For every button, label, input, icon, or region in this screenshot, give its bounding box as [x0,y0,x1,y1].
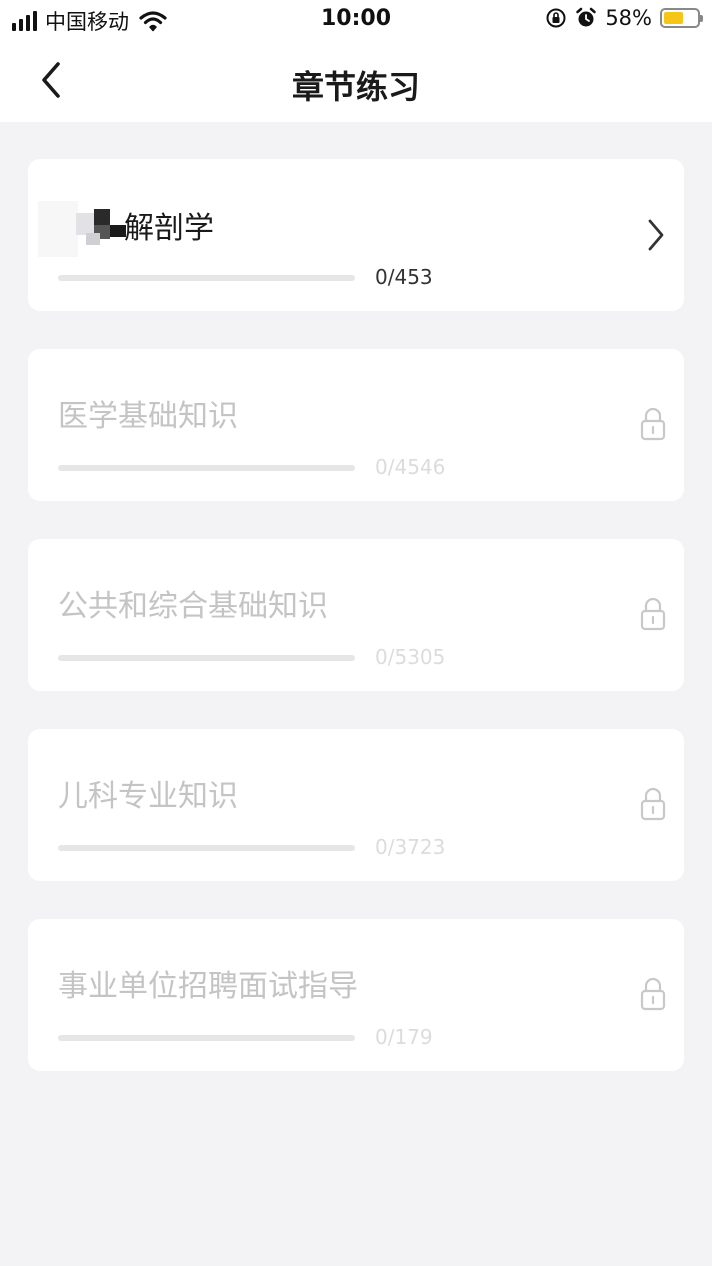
status-right: 58% [545,6,703,30]
progress-bar [58,845,355,851]
chevron-right-icon [648,219,664,251]
chapter-card-anatomy[interactable]: 解剖学 0/453 [28,159,684,311]
progress-bar [58,655,355,661]
chapter-card-medical-basics[interactable]: 医学基础知识 0/4546 [28,349,684,501]
progress-bar [58,1035,355,1041]
battery-icon [660,8,703,28]
lock-icon [640,787,666,821]
orientation-lock-icon [546,8,566,28]
battery-percent: 58% [605,6,652,30]
nav-bar: 章节练习 [0,40,712,122]
alarm-icon [576,7,597,27]
lock-icon [640,977,666,1011]
redacted-mark [38,201,126,257]
page-title: 章节练习 [291,68,420,106]
progress-bar [58,465,355,471]
chapter-title: 儿科专业知识 [58,779,238,814]
lock-icon [640,407,666,441]
chapter-card-pediatrics[interactable]: 儿科专业知识 0/3723 [28,729,684,881]
chapter-title: 公共和综合基础知识 [58,589,328,624]
chapter-card-public-knowledge[interactable]: 公共和综合基础知识 0/5305 [28,539,684,691]
chapter-card-interview-guide[interactable]: 事业单位招聘面试指导 0/179 [28,919,684,1071]
progress-count: 0/453 [375,265,433,289]
progress-bar [58,275,355,281]
lock-icon [640,597,666,631]
progress-count: 0/179 [375,1025,433,1049]
status-bar: 中国移动 10:00 58% [0,0,712,40]
progress-count: 0/5305 [375,645,446,669]
battery-fill [664,12,683,24]
chapter-title: 医学基础知识 [58,399,238,434]
chapter-list: 解剖学 0/453 医学基础知识 0/4546 公共和综合基础知识 0/5305 [28,159,684,1109]
chapter-title: 解剖学 [124,211,214,246]
chapter-title: 事业单位招聘面试指导 [58,969,358,1004]
progress-count: 0/4546 [375,455,446,479]
progress-count: 0/3723 [375,835,446,859]
